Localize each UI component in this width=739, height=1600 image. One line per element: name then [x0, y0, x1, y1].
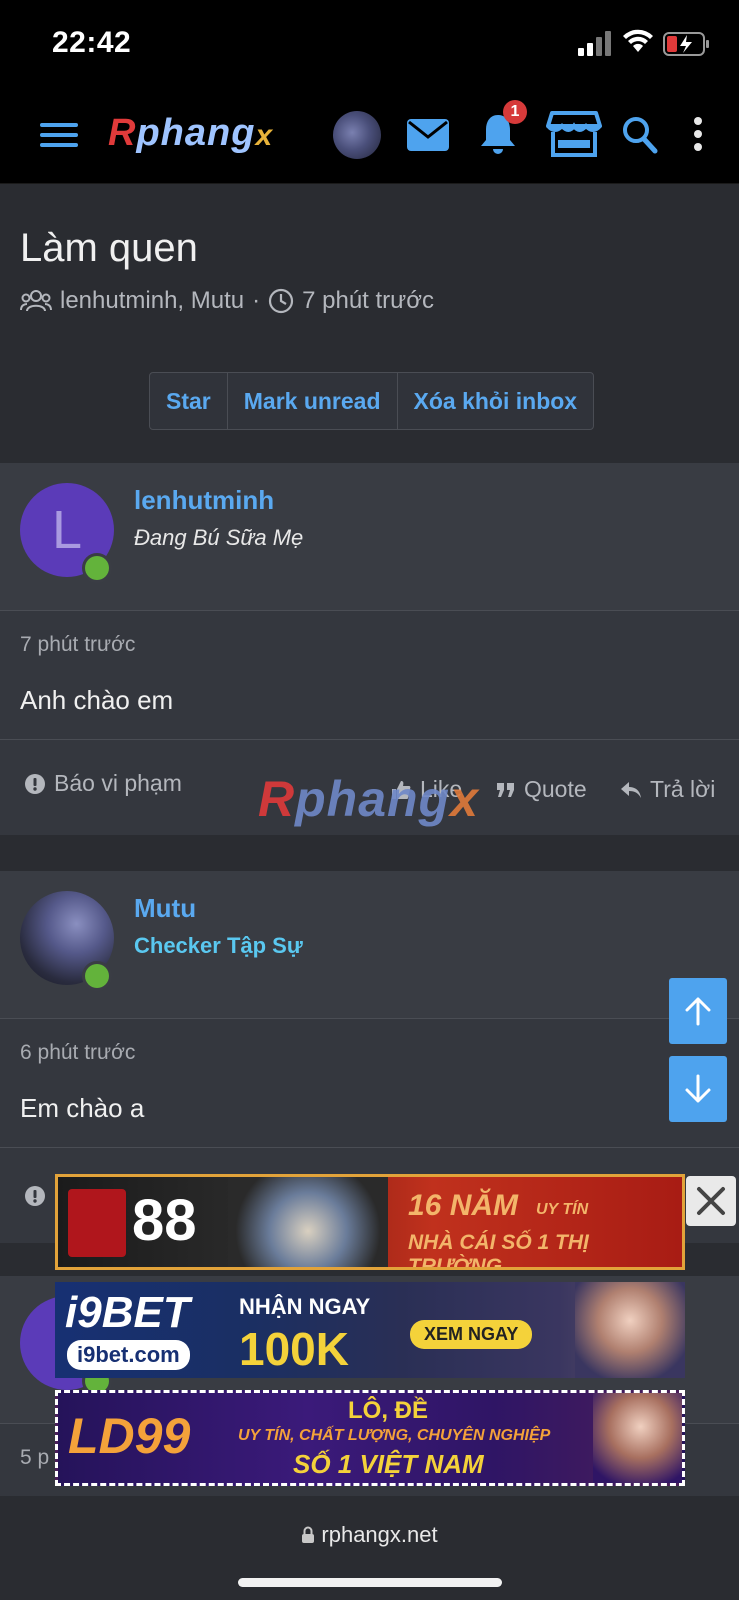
reply-button[interactable]: Trả lời	[620, 776, 715, 803]
users-icon	[20, 290, 52, 312]
m88-ad-banner[interactable]: 88 16 NĂM UY TÍN NHÀ CÁI SỐ 1 THỊ TRƯỜNG	[55, 1174, 685, 1270]
ld99-model-image	[593, 1393, 682, 1483]
star-button[interactable]: Star	[150, 373, 228, 429]
thread-participants[interactable]: lenhutminh, Mutu	[60, 287, 244, 315]
warning-circle-icon[interactable]	[24, 1185, 46, 1207]
i9bet-domain: i9bet.com	[67, 1340, 190, 1370]
quote-label: Quote	[524, 776, 587, 802]
message-body: Anh chào em	[20, 685, 174, 715]
ad-close-button[interactable]	[686, 1176, 736, 1226]
thread-time: 7 phút trước	[302, 287, 434, 314]
online-status-indicator	[82, 553, 112, 583]
i9bet-amount: 100K	[239, 1323, 349, 1375]
m88-player-image	[228, 1177, 388, 1267]
report-button[interactable]: Báo vi phạm	[24, 770, 182, 797]
inbox-mail-icon[interactable]	[406, 118, 450, 152]
reply-arrow-icon	[621, 781, 641, 798]
message-time[interactable]: 5 p	[20, 1446, 49, 1470]
message-body: Em chào a	[20, 1093, 145, 1123]
m88-headline: 16 NĂM	[408, 1189, 519, 1222]
wifi-icon	[623, 29, 653, 52]
browser-bottom-bar: rphangx.net	[0, 1496, 739, 1600]
logo-text: phang	[136, 112, 256, 154]
more-vertical-icon[interactable]	[692, 116, 704, 152]
close-icon	[697, 1187, 725, 1215]
logo-suffix: x	[255, 119, 274, 152]
i9bet-brand: i9BET	[65, 1288, 190, 1337]
reply-label: Trả lời	[650, 776, 716, 802]
author-username[interactable]: lenhutminh	[134, 485, 274, 516]
clock-icon	[269, 288, 294, 314]
ld99-subline: UY TÍN, CHẤT LƯỢNG, CHUYÊN NGHIỆP	[238, 1427, 551, 1444]
i9bet-model-image	[575, 1282, 685, 1378]
m88-tagline: NHÀ CÁI SỐ 1 THỊ TRƯỜNG	[408, 1231, 589, 1270]
logo-letter: R	[108, 112, 137, 154]
m88-subheadline: UY TÍN	[536, 1201, 589, 1218]
ld99-tagline: SỐ 1 VIỆT NAM	[293, 1449, 484, 1479]
m88-brand: 88	[132, 1188, 197, 1253]
ld99-brand: LD99	[68, 1408, 191, 1464]
i9bet-headline: NHẬN NGAY	[239, 1294, 371, 1319]
i9bet-ad-banner[interactable]: i9BET i9bet.com NHẬN NGAY 100K XEM NGAY	[55, 1282, 685, 1378]
site-watermark-logo: Rphangx	[258, 770, 479, 828]
message-author-header: Mutu Checker Tập Sự	[0, 871, 739, 1019]
search-icon[interactable]	[622, 116, 658, 154]
top-nav-bar: Rphangx 1	[0, 88, 739, 184]
watermark-suffix: x	[450, 771, 479, 827]
ld99-headline: LÔ, ĐỀ	[348, 1397, 429, 1424]
quote-button[interactable]: Quote	[496, 776, 587, 803]
message-author-header: L lenhutminh Đang Bú Sữa Mẹ	[0, 463, 739, 611]
store-icon[interactable]	[546, 110, 602, 158]
battery-charging-icon	[663, 32, 709, 56]
online-status-indicator	[82, 961, 112, 991]
notification-count-badge: 1	[503, 100, 527, 124]
home-indicator	[238, 1578, 502, 1587]
watermark-letter: R	[258, 771, 296, 827]
message-time[interactable]: 7 phút trước	[20, 633, 135, 657]
meta-separator: ·	[252, 287, 261, 314]
browser-url[interactable]: rphangx.net	[0, 1522, 739, 1548]
page-title: Làm quen	[20, 226, 198, 270]
mark-unread-button[interactable]: Mark unread	[228, 373, 398, 429]
status-bar: 22:42	[0, 0, 739, 88]
thread-meta: lenhutminh, Mutu · 7 phút trước	[20, 287, 434, 315]
cellular-signal-icon	[578, 30, 614, 56]
warning-circle-icon	[25, 773, 45, 794]
author-username[interactable]: Mutu	[134, 893, 196, 924]
quote-icon	[497, 782, 514, 797]
scroll-to-bottom-button[interactable]	[669, 1056, 727, 1122]
lock-icon	[302, 1526, 315, 1543]
author-user-title: Đang Bú Sữa Mẹ	[134, 525, 304, 550]
url-text: rphangx.net	[321, 1522, 438, 1547]
arrow-down-icon	[685, 1074, 711, 1103]
watermark-text: phang	[295, 771, 451, 827]
i9bet-cta-button[interactable]: XEM NGAY	[410, 1320, 533, 1349]
site-logo[interactable]: Rphangx	[108, 112, 273, 155]
remove-from-inbox-button[interactable]: Xóa khỏi inbox	[398, 373, 594, 429]
user-avatar[interactable]	[333, 111, 381, 159]
hamburger-menu-icon[interactable]	[40, 120, 78, 150]
m88-logo-mark	[68, 1189, 126, 1257]
status-time: 22:42	[52, 26, 132, 59]
arrow-up-icon	[685, 997, 711, 1026]
report-label: Báo vi phạm	[54, 770, 182, 796]
thread-action-buttons: Star Mark unread Xóa khỏi inbox	[149, 372, 595, 430]
scroll-to-top-button[interactable]	[669, 978, 727, 1044]
message-time[interactable]: 6 phút trước	[20, 1041, 135, 1065]
ld99-ad-banner[interactable]: LD99 LÔ, ĐỀ UY TÍN, CHẤT LƯỢNG, CHUYÊN N…	[55, 1390, 685, 1486]
author-user-title: Checker Tập Sự	[134, 933, 303, 958]
